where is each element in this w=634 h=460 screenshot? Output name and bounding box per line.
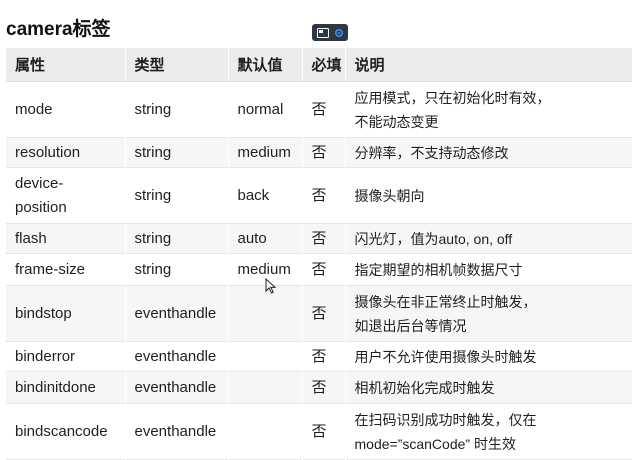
table-row: bindstop eventhandle 否 摄像头在非正常终止时触发， 如退出后… [6,285,632,342]
attr-line: device- [15,174,64,192]
cell-type: string [124,81,228,138]
cell-required: 否 [301,341,345,372]
cell-desc: 摄像头朝向 [344,167,632,224]
cell-desc: 用户不允许使用摄像头时触发 [344,341,632,372]
cell-desc: 闪光灯，值为auto, on, off [344,223,632,254]
cell-desc: 分辨率，不支持动态修改 [344,137,632,168]
cell-required: 否 [301,285,345,342]
table-row: frame-size string medium 否 指定期望的相机帧数据尺寸 [6,253,632,286]
table-row: device-position string back 否 摄像头朝向 [6,167,632,224]
cell-attr: frame-size [6,253,125,286]
cell-required: 否 [301,371,345,404]
table-header-row: 属性 类型 默认值 必填 说明 [6,48,632,82]
table-row: bindinitdone eventhandle 否 相机初始化完成时触发 [6,371,632,404]
cell-default [227,403,302,460]
desc-line: 不能动态变更 [354,113,439,130]
cell-attr: bindscancode [6,403,125,460]
cell-type: string [124,223,228,254]
cell-type: string [124,167,228,224]
header-required: 必填 [301,48,345,82]
header-desc: 说明 [344,48,632,82]
desc-line: 在扫码识别成功时触发，仅在 [354,411,537,428]
cell-required: 否 [301,167,345,224]
header-default: 默认值 [227,48,302,82]
table-row: resolution string medium 否 分辨率，不支持动态修改 [6,137,632,168]
desc-line: 如退出后台等情况 [354,317,467,334]
cell-attr: mode [6,81,125,138]
floating-toolbar[interactable] [312,24,348,41]
cell-type: eventhandle [124,285,228,342]
cell-required: 否 [301,223,345,254]
cell-desc: 在扫码识别成功时触发，仅在 mode=”scanCode” 时生效 [344,403,632,460]
table-row: flash string auto 否 闪光灯，值为auto, on, off [6,223,632,254]
screen-share-icon[interactable] [316,27,329,38]
cell-default [227,341,302,372]
cell-attr: bindstop [6,285,125,342]
cell-attr: resolution [6,137,125,168]
attribute-table: 属性 类型 默认值 必填 说明 mode string normal 否 应用模… [6,48,632,460]
header-attr: 属性 [6,48,125,82]
cell-desc: 相机初始化完成时触发 [344,371,632,404]
cell-required: 否 [301,253,345,286]
cell-required: 否 [301,403,345,460]
desc-line: 应用模式，只在初始化时有效， [354,89,551,106]
cell-attr: binderror [6,341,125,372]
cell-attr: bindinitdone [6,371,125,404]
table-row: mode string normal 否 应用模式，只在初始化时有效， 不能动态变… [6,81,632,138]
desc-line: mode=”scanCode” 时生效 [354,435,516,452]
cell-type: string [124,137,228,168]
table-row: bindscancode eventhandle 否 在扫码识别成功时触发，仅在… [6,403,632,460]
cell-default [227,371,302,404]
cell-default: back [227,167,302,224]
cell-default: auto [227,223,302,254]
cell-default: normal [227,81,302,138]
attr-line: position [15,198,67,216]
desc-line: 摄像头在非正常终止时触发， [354,293,537,310]
cell-required: 否 [301,81,345,138]
cell-required: 否 [301,137,345,168]
table-row: binderror eventhandle 否 用户不允许使用摄像头时触发 [6,341,632,372]
cell-desc: 应用模式，只在初始化时有效， 不能动态变更 [344,81,632,138]
header-type: 类型 [124,48,228,82]
cell-type: eventhandle [124,371,228,404]
cell-type: eventhandle [124,403,228,460]
cell-default: medium [227,137,302,168]
page-title: camera标签 [6,19,111,40]
cell-desc: 摄像头在非正常终止时触发， 如退出后台等情况 [344,285,632,342]
settings-gear-icon[interactable] [334,28,344,38]
cell-attr: device-position [6,167,125,224]
cell-type: string [124,253,228,286]
cell-type: eventhandle [124,341,228,372]
cell-desc: 指定期望的相机帧数据尺寸 [344,253,632,286]
cell-attr: flash [6,223,125,254]
mouse-pointer-icon [265,277,277,299]
